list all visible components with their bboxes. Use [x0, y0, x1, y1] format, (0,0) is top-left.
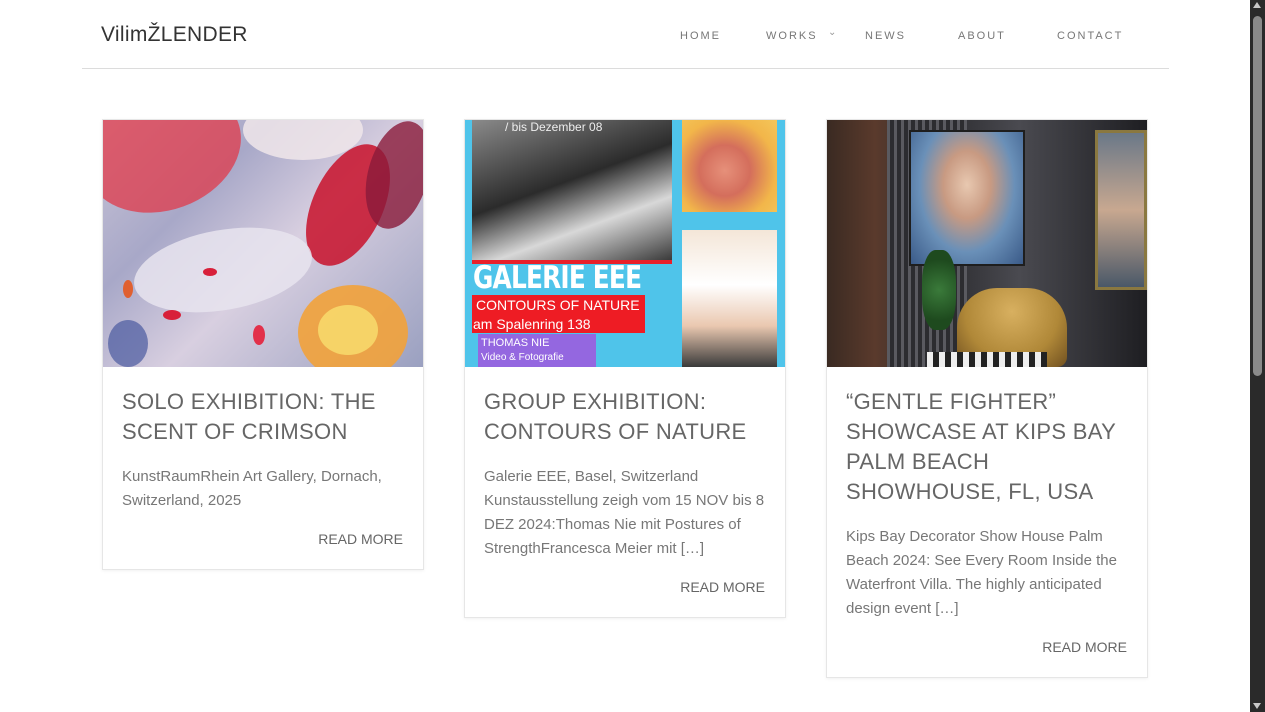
scroll-up-icon[interactable]	[1253, 2, 1261, 8]
poster-medium: Video & Fotografie	[481, 352, 564, 363]
post-title[interactable]: “GENTLE FIGHTER” SHOWCASE AT KIPS BAY PA…	[827, 387, 1147, 507]
chevron-down-icon[interactable]: ⌄	[828, 27, 836, 38]
read-more-link[interactable]: READ MORE	[103, 531, 423, 547]
poster-address: am Spalenring 138	[473, 316, 591, 332]
poster-photo-abstract	[682, 230, 777, 367]
poster-top-text: / bis Dezember 08	[505, 120, 603, 134]
portrait-painting	[909, 130, 1025, 266]
poster-artist: THOMAS NIE	[481, 337, 550, 349]
main-nav: HOME WORKS ⌄ NEWS ABOUT CONTACT	[82, 27, 1169, 46]
post-excerpt: Kips Bay Decorator Show House Palm Beach…	[846, 528, 1117, 617]
page-scrollbar[interactable]	[1250, 0, 1265, 712]
post-card: SOLO EXHIBITION: THE SCENT OF CRIMSON Ku…	[102, 119, 424, 570]
post-card: / bis Dezember 08 GALERIE EEE CONTOURS O…	[464, 119, 786, 618]
nav-item-works[interactable]: WORKS ⌄	[766, 27, 836, 42]
nav-item-news[interactable]: NEWS	[865, 30, 906, 42]
nav-item-contact[interactable]: CONTACT	[1057, 30, 1123, 42]
post-thumbnail[interactable]	[827, 120, 1147, 367]
site-header: VilimŽLENDER HOME WORKS ⌄ NEWS ABOUT CON…	[82, 0, 1169, 69]
post-title[interactable]: GROUP EXHIBITION: CONTOURS OF NATURE	[465, 387, 785, 447]
post-card: “GENTLE FIGHTER” SHOWCASE AT KIPS BAY PA…	[826, 119, 1148, 678]
post-thumbnail[interactable]	[103, 120, 423, 367]
scroll-down-icon[interactable]	[1253, 703, 1261, 709]
scrollbar-thumb[interactable]	[1253, 16, 1262, 376]
post-excerpt: KunstRaumRhein Art Gallery, Dornach, Swi…	[122, 468, 382, 509]
poster-gallery-name: GALERIE EEE	[473, 260, 642, 296]
nav-item-about[interactable]: ABOUT	[958, 30, 1006, 42]
post-thumbnail[interactable]: / bis Dezember 08 GALERIE EEE CONTOURS O…	[465, 120, 785, 367]
post-excerpt: Galerie EEE, Basel, Switzerland Kunstaus…	[484, 468, 765, 557]
nav-item-works-label: WORKS	[766, 30, 818, 42]
poster-photo-face	[682, 120, 777, 212]
nav-item-home[interactable]: HOME	[680, 30, 721, 42]
read-more-link[interactable]: READ MORE	[465, 579, 785, 595]
read-more-link[interactable]: READ MORE	[827, 639, 1147, 655]
poster-photo-bw	[472, 120, 672, 260]
post-title[interactable]: SOLO EXHIBITION: THE SCENT OF CRIMSON	[103, 387, 423, 447]
poster-exhibition-name: CONTOURS OF NATURE	[476, 297, 640, 313]
